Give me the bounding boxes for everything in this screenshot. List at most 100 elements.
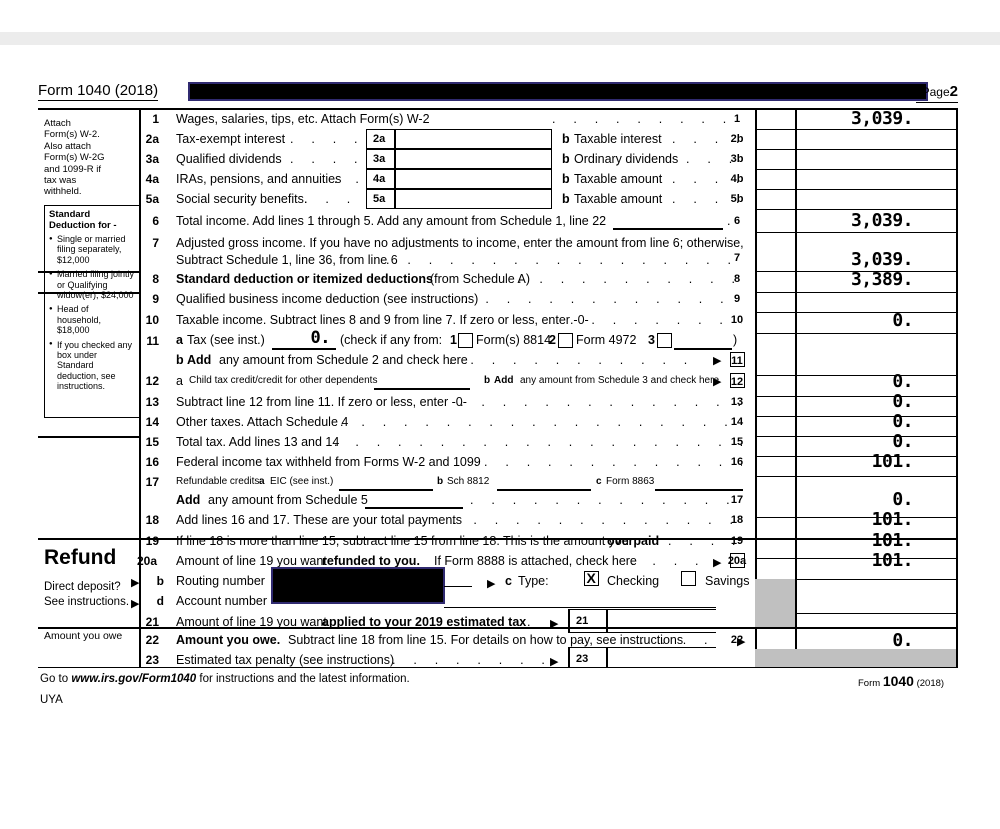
line-11a-opt3-writein[interactable]	[674, 348, 732, 350]
line-8-text-suffix: (from Schedule A)	[430, 272, 531, 286]
line-number-15: 15	[145, 435, 159, 449]
footer-form-word: Form	[858, 678, 881, 689]
line-11a-close-paren: )	[733, 333, 738, 347]
line-number-7: 7	[152, 236, 159, 250]
amount-label-23: 23	[576, 653, 589, 665]
amount-value-15: 0.	[892, 431, 913, 452]
amount-label-15: 15	[730, 436, 744, 448]
amount-label-9: 9	[733, 293, 741, 305]
amount-label-16: 16	[730, 456, 744, 468]
line-12a-prefix: a	[176, 374, 183, 388]
amount-label-20a: 20a	[727, 555, 747, 567]
line-11a-writein[interactable]	[272, 348, 336, 350]
line-17a-text: EIC (see inst.)	[270, 476, 334, 487]
form-header: Form 1040 (2018) Page2	[38, 82, 958, 104]
line-12a-writein[interactable]	[374, 388, 470, 390]
right-border	[956, 108, 958, 668]
amount-value-18: 101.	[871, 509, 914, 530]
line-20a-refunded-to-you: refunded to you.	[322, 554, 420, 568]
line-22-bold-text: Amount you owe.	[176, 633, 281, 647]
checkbox-form-8814[interactable]	[458, 333, 473, 348]
amount-value-17: 0.	[892, 489, 913, 510]
line-23-text: Estimated tax penalty (see instructions)	[176, 653, 395, 667]
line-20b-text: Routing number	[176, 574, 265, 588]
line-20a-text: Amount of line 19 you want	[176, 554, 327, 568]
line-17-add-writein[interactable]	[365, 507, 463, 509]
line-11a-opt1-num: 1	[450, 333, 457, 347]
line-number-19: 19	[145, 534, 159, 548]
line-3b-text: Ordinary dividends	[574, 152, 679, 166]
line-6-writein[interactable]	[613, 228, 723, 230]
amount-label-4b: 4b	[730, 173, 744, 185]
amount-value-8: 3,389.	[850, 269, 914, 290]
line-6-text: Total income. Add lines 1 through 5. Add…	[176, 214, 607, 228]
shaded-cell-20a	[755, 579, 795, 627]
line-17a-prefix: a	[259, 476, 265, 487]
line-3b-prefix: b	[562, 152, 570, 166]
amount-label-7: 7	[733, 252, 741, 264]
line-4b-prefix: b	[562, 172, 570, 186]
amount-value-22: 0.	[892, 630, 913, 651]
checkbox-form-4972[interactable]	[558, 333, 573, 348]
line-11a-opt1-label: Form(s) 8814	[476, 333, 552, 347]
amount-label-10: 10	[730, 314, 744, 326]
line-21-text: Amount of line 19 you want	[176, 615, 327, 629]
checkbox-savings[interactable]	[681, 571, 696, 586]
line-1-text: Wages, salaries, tips, etc. Attach Form(…	[176, 112, 430, 126]
footer-goto-line: Go to www.irs.gov/Form1040 for instructi…	[40, 673, 410, 685]
amount-label-18: 18	[730, 514, 744, 526]
form-title: Form 1040 (2018)	[38, 82, 159, 101]
amount-label-5b: 5b	[730, 193, 744, 205]
line-17a-writein[interactable]	[339, 489, 433, 491]
line-23-arrow-icon: ▶	[550, 656, 559, 668]
line-4a-text: IRAs, pensions, and annuities	[176, 172, 342, 186]
line-number-6: 6	[152, 214, 159, 228]
line-9-text: Qualified business income deduction (see…	[176, 292, 479, 306]
line-21-applied-text: applied to your 2019 estimated tax	[322, 615, 527, 629]
subbox-label-5a: 5a	[373, 193, 386, 205]
subbox-label-3a: 3a	[373, 153, 386, 165]
line-number-4a: 4a	[145, 172, 159, 186]
line-7-text: Adjusted gross income. If you have no ad…	[176, 236, 744, 250]
line-19-overpaid: overpaid	[607, 534, 660, 548]
amount-label-1: 1	[733, 113, 741, 125]
line-11b-text: any amount from Schedule 2 and check her…	[219, 353, 468, 367]
line-13-text: Subtract line 12 from line 11. If zero o…	[176, 395, 467, 409]
line-17b-prefix: b	[437, 476, 444, 487]
line-20a-text-2: If Form 8888 is attached, check here	[434, 554, 637, 568]
amount-value-12: 0.	[892, 371, 913, 392]
subbox-label-2a: 2a	[373, 133, 386, 145]
line-number-20d: d	[156, 594, 164, 608]
line-number-11: 11	[146, 334, 159, 348]
line-20c-type-label: Type:	[518, 574, 549, 588]
line-17c-writein[interactable]	[655, 489, 743, 491]
shaded-cell-23	[755, 649, 956, 667]
redacted-taxpayer-name	[188, 82, 928, 101]
footer-goto-suffix: for instructions and the latest informat…	[199, 673, 410, 685]
line-12b-prefix: b	[484, 375, 491, 386]
amount-value-16: 101.	[871, 451, 914, 472]
amount-label-8: 8	[733, 273, 741, 285]
line-12a-text: Child tax credit/credit for other depend…	[189, 375, 378, 386]
checkbox-checking[interactable]	[584, 570, 599, 586]
line-19-text: If line 18 is more than line 15, subtrac…	[176, 534, 629, 548]
preparer-code: UYA	[40, 694, 63, 706]
footer-url[interactable]: www.irs.gov/Form1040	[71, 673, 196, 685]
line-15-text: Total tax. Add lines 13 and 14	[176, 435, 340, 449]
amount-value-6: 3,039.	[850, 210, 914, 231]
line-17b-writein[interactable]	[497, 489, 591, 491]
amount-value-10: 0.	[892, 310, 913, 331]
line-number-10: 10	[145, 313, 159, 327]
line-5a-text: Social security benefits.	[176, 192, 308, 206]
amount-label-19: 19	[730, 535, 744, 547]
line-12b-text: any amount from Schedule 3 and check her…	[520, 375, 720, 386]
footer-form-number: 1040	[882, 673, 914, 689]
line-number-13: 13	[145, 395, 159, 409]
checkbox-form-other[interactable]	[657, 333, 672, 348]
line-21-arrow-icon: ▶	[550, 618, 559, 630]
line-number-18: 18	[145, 513, 159, 527]
line-number-20a: 20a	[136, 554, 157, 568]
amount-label-14: 14	[730, 416, 744, 428]
line-number-2a: 2a	[145, 132, 159, 146]
line-12b-add: Add	[494, 375, 514, 386]
